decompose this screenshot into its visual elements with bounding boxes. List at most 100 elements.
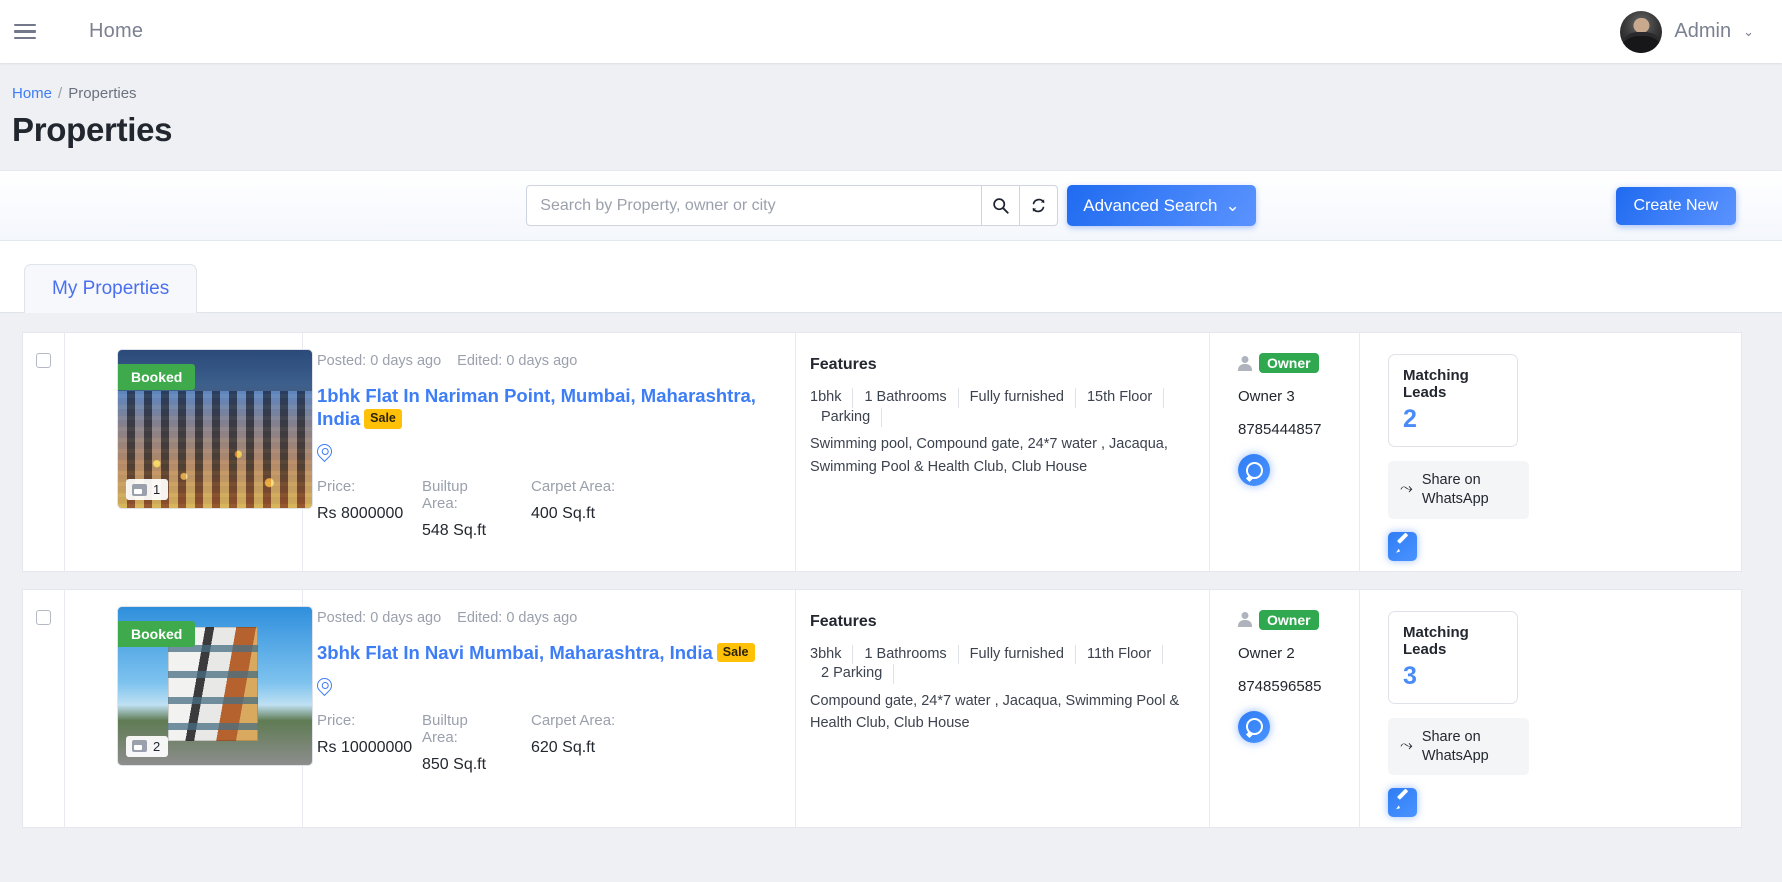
feature-chip: 1 Bathrooms bbox=[853, 388, 959, 408]
property-title[interactable]: 3bhk Flat In Navi Mumbai, Maharashtra, I… bbox=[317, 641, 777, 664]
search-button[interactable] bbox=[982, 185, 1021, 226]
navbar-home-link[interactable]: Home bbox=[89, 20, 143, 43]
property-image-cell: Booked 1 bbox=[65, 333, 313, 571]
property-meta: Posted: 0 days ago Edited: 0 days ago bbox=[317, 353, 777, 369]
builtup-block: Builtup Area: 548 Sq.ft bbox=[422, 478, 503, 540]
search-input[interactable] bbox=[526, 185, 983, 226]
share-arrow-icon: ⤳ bbox=[1400, 480, 1413, 498]
sale-badge: Sale bbox=[364, 409, 402, 429]
amenities-text: Compound gate, 24*7 water , Jacaqua, Swi… bbox=[810, 692, 1180, 732]
search-group: Advanced Search ⌄ bbox=[526, 185, 1256, 226]
feature-chip: 1bhk bbox=[810, 388, 854, 408]
edited-label: Edited: 0 days ago bbox=[457, 609, 578, 626]
owner-name: Owner 2 bbox=[1238, 644, 1295, 662]
builtup-value: 548 Sq.ft bbox=[422, 522, 487, 540]
refresh-button[interactable] bbox=[1020, 185, 1059, 226]
advanced-search-label: Advanced Search bbox=[1083, 195, 1218, 215]
top-navbar: Home Admin ⌄ bbox=[0, 0, 1782, 63]
location-pin-icon[interactable] bbox=[313, 441, 336, 463]
property-owner-cell: Owner Owner 3 8785444857 bbox=[1210, 333, 1360, 571]
feature-chip: Parking bbox=[810, 407, 883, 428]
user-name-label: Admin bbox=[1674, 20, 1732, 42]
posted-label: Posted: 0 days ago bbox=[317, 353, 442, 369]
property-thumbnail[interactable]: Booked 1 bbox=[117, 349, 313, 509]
matching-leads-count: 3 bbox=[1403, 661, 1417, 690]
property-title[interactable]: 1bhk Flat In Nariman Point, Mumbai, Maha… bbox=[317, 384, 777, 430]
price-block: Price: Rs 8000000 bbox=[317, 478, 404, 540]
whatsapp-icon bbox=[1245, 718, 1263, 736]
posted-label: Posted: 0 days ago bbox=[317, 609, 442, 626]
builtup-block: Builtup Area: 850 Sq.ft bbox=[422, 712, 503, 774]
feature-chip: 1 Bathrooms bbox=[853, 644, 959, 665]
price-value: Rs 10000000 bbox=[317, 738, 413, 756]
status-badge: Booked bbox=[118, 620, 196, 647]
image-count-badge: 1 bbox=[126, 479, 169, 500]
breadcrumb: Home / Properties bbox=[12, 85, 1782, 102]
feature-chip-list: 1bhk 1 Bathrooms Fully furnished 15th Fl… bbox=[810, 388, 1193, 428]
status-badge: Booked bbox=[118, 364, 196, 390]
price-label: Price: bbox=[317, 478, 356, 496]
price-value: Rs 8000000 bbox=[317, 505, 404, 523]
matching-leads-card[interactable]: Matching Leads 3 bbox=[1388, 610, 1518, 704]
table-row: Booked 2 Posted: 0 days ago Edited: 0 day… bbox=[22, 588, 1742, 829]
tab-bar: My Properties bbox=[0, 241, 1782, 313]
whatsapp-icon bbox=[1245, 461, 1263, 479]
property-meta: Posted: 0 days ago Edited: 0 days ago bbox=[317, 610, 777, 626]
owner-phone: 8785444857 bbox=[1238, 421, 1322, 438]
breadcrumb-current: Properties bbox=[68, 85, 137, 102]
property-title-text: 3bhk Flat In Navi Mumbai, Maharashtra, I… bbox=[317, 641, 713, 663]
search-icon bbox=[993, 198, 1009, 214]
hamburger-icon[interactable] bbox=[14, 23, 36, 40]
chevron-down-icon: ⌄ bbox=[1743, 23, 1754, 39]
share-on-whatsapp-label: Share on WhatsApp bbox=[1421, 472, 1489, 507]
whatsapp-button[interactable] bbox=[1238, 710, 1270, 743]
builtup-label: Builtup Area: bbox=[422, 478, 468, 513]
feature-chip: 3bhk bbox=[810, 644, 854, 665]
feature-chip: 2 Parking bbox=[810, 664, 895, 684]
row-select-cell bbox=[23, 589, 65, 828]
carpet-label: Carpet Area: bbox=[531, 478, 616, 496]
breadcrumb-separator: / bbox=[58, 85, 63, 102]
carpet-value: 620 Sq.ft bbox=[531, 738, 596, 756]
owner-name: Owner 3 bbox=[1238, 388, 1295, 405]
sale-badge: Sale bbox=[716, 642, 755, 663]
row-checkbox[interactable] bbox=[36, 353, 51, 368]
table-row: Booked 1 Posted: 0 days ago Edited: 0 day… bbox=[22, 332, 1742, 572]
create-new-button[interactable]: Create New bbox=[1615, 186, 1736, 225]
advanced-search-button[interactable]: Advanced Search ⌄ bbox=[1067, 185, 1256, 226]
share-on-whatsapp-button[interactable]: ⤳ Share on WhatsApp bbox=[1388, 717, 1529, 776]
location-pin-icon[interactable] bbox=[313, 674, 336, 696]
owner-badge: Owner bbox=[1259, 609, 1319, 630]
price-grid: Price: Rs 10000000 Builtup Area: 850 Sq.… bbox=[317, 712, 777, 774]
property-image-cell: Booked 2 bbox=[65, 589, 313, 828]
edit-button[interactable] bbox=[1388, 531, 1417, 561]
matching-leads-label: Matching Leads bbox=[1403, 623, 1469, 658]
share-on-whatsapp-button[interactable]: ⤳ Share on WhatsApp bbox=[1388, 461, 1529, 519]
image-count-value: 1 bbox=[153, 482, 161, 497]
property-features-cell: Features 1bhk 1 Bathrooms Fully furnishe… bbox=[796, 333, 1210, 571]
property-leads-cell: Matching Leads 2 ⤳ Share on WhatsApp bbox=[1360, 333, 1741, 571]
row-checkbox[interactable] bbox=[36, 609, 51, 625]
share-arrow-icon: ⤳ bbox=[1400, 737, 1413, 755]
matching-leads-card[interactable]: Matching Leads 2 bbox=[1388, 354, 1518, 447]
price-label: Price: bbox=[317, 711, 356, 729]
property-thumbnail[interactable]: Booked 2 bbox=[117, 605, 313, 766]
user-icon bbox=[1238, 356, 1252, 371]
property-detail-cell: Posted: 0 days ago Edited: 0 days ago 3bh… bbox=[303, 589, 796, 828]
feature-chip: 15th Floor bbox=[1076, 388, 1165, 408]
whatsapp-button[interactable] bbox=[1238, 454, 1270, 486]
carpet-block: Carpet Area: 620 Sq.ft bbox=[531, 712, 615, 774]
feature-chip: 11th Floor bbox=[1076, 644, 1164, 665]
pencil-icon bbox=[1396, 796, 1409, 809]
builtup-label: Builtup Area: bbox=[422, 711, 468, 746]
amenities-text: Swimming pool, Compound gate, 24*7 water… bbox=[810, 436, 1168, 475]
carpet-label: Carpet Area: bbox=[531, 711, 616, 729]
feature-chip: Fully furnished bbox=[959, 388, 1076, 408]
breadcrumb-home[interactable]: Home bbox=[12, 85, 52, 102]
property-features-cell: Features 3bhk 1 Bathrooms Fully furnishe… bbox=[796, 589, 1210, 828]
owner-badge: Owner bbox=[1259, 353, 1319, 373]
image-count-value: 2 bbox=[153, 738, 161, 754]
edit-button[interactable] bbox=[1388, 788, 1417, 818]
navbar-user-menu[interactable]: Admin ⌄ bbox=[1620, 10, 1754, 53]
tab-my-properties[interactable]: My Properties bbox=[24, 264, 198, 313]
